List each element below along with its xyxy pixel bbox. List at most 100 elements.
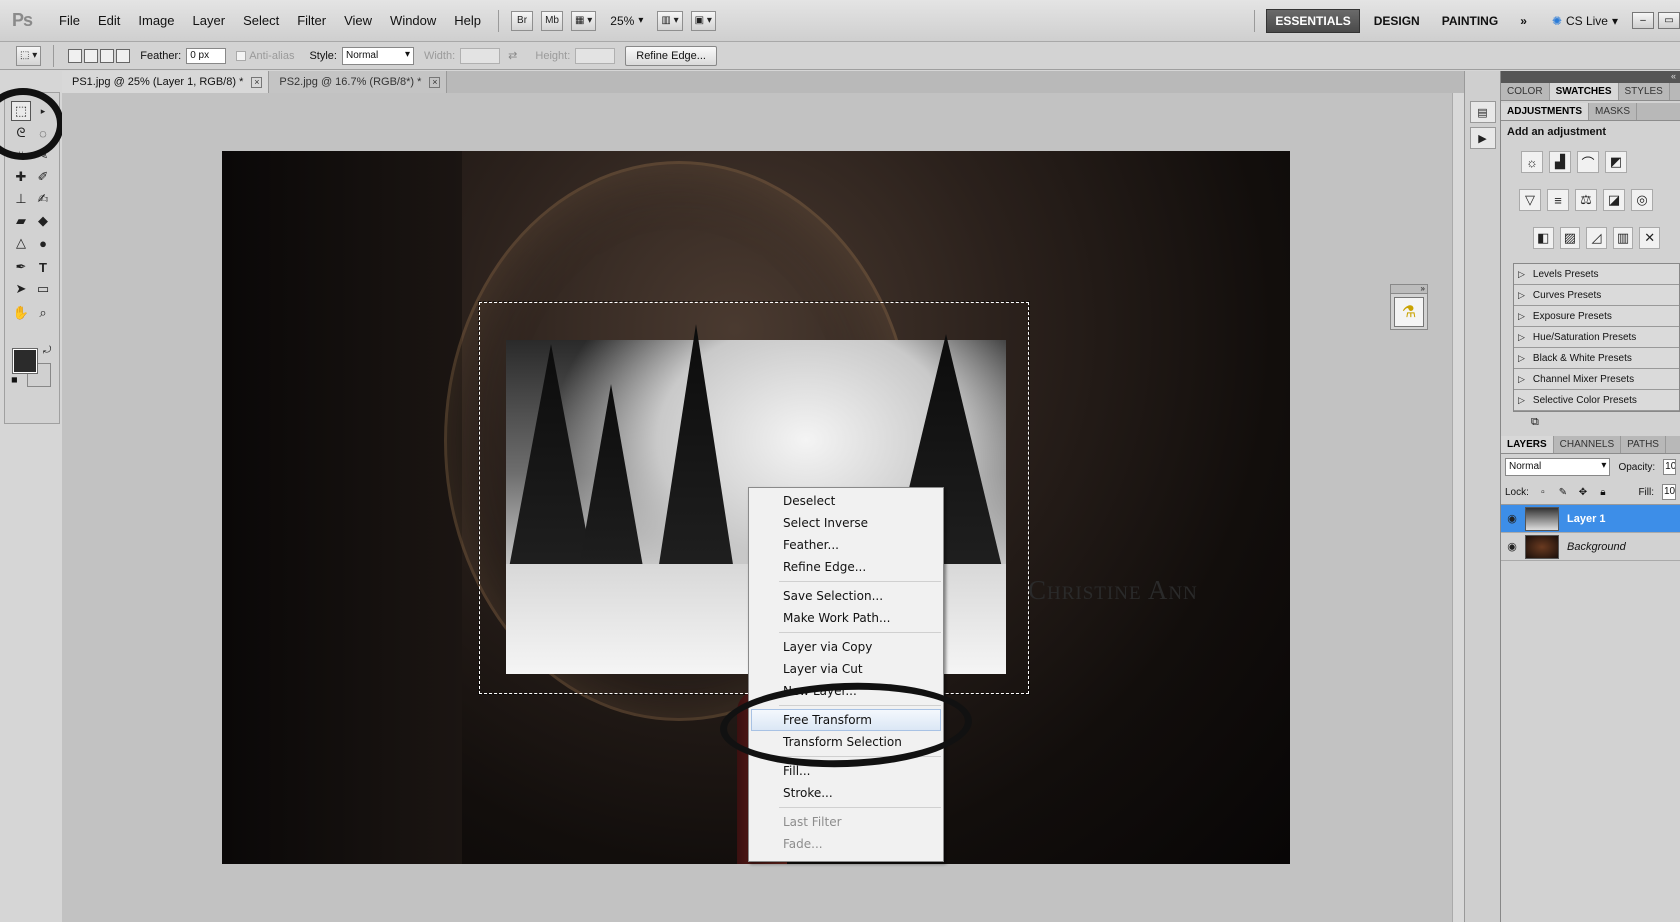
preset-curves[interactable]: ▷ Curves Presets — [1514, 285, 1679, 306]
default-colors-icon[interactable]: ◼ — [11, 375, 18, 384]
lock-all-icon[interactable]: 🔒︎ — [1597, 486, 1609, 498]
curves-icon[interactable]: ⌒ — [1577, 151, 1599, 173]
layer-row-layer1[interactable]: ◉ Layer 1 — [1501, 505, 1680, 533]
eye-icon[interactable]: ◉ — [1501, 512, 1523, 525]
hue-saturation-icon[interactable]: ≡ — [1547, 189, 1569, 211]
lock-pixels-icon[interactable]: ✎ — [1557, 486, 1569, 498]
workspace-essentials[interactable]: ESSENTIALS — [1266, 8, 1360, 33]
menu-window[interactable]: Window — [381, 13, 445, 28]
path-selection-tool[interactable]: ➤ — [11, 279, 31, 299]
tab-layers[interactable]: LAYERS — [1501, 436, 1554, 453]
subtract-selection-button[interactable] — [100, 48, 115, 63]
tab-paths[interactable]: PATHS — [1621, 436, 1666, 453]
preset-channel-mixer[interactable]: ▷ Channel Mixer Presets — [1514, 369, 1679, 390]
lock-transparent-icon[interactable]: ▫ — [1537, 486, 1549, 498]
minibridge-button[interactable]: Mb — [541, 10, 564, 31]
zoom-dropdown-icon[interactable]: ▾ — [638, 15, 643, 26]
menu-view[interactable]: View — [335, 13, 381, 28]
threshold-icon[interactable]: ◿ — [1586, 227, 1607, 249]
zoom-level[interactable]: 25% — [610, 14, 634, 28]
menu-select[interactable]: Select — [234, 13, 288, 28]
posterize-icon[interactable]: ▨ — [1559, 227, 1581, 249]
tab-channels[interactable]: CHANNELS — [1554, 436, 1622, 453]
hand-tool[interactable]: ✋ — [11, 303, 31, 323]
layer-row-background[interactable]: ◉ Background — [1501, 533, 1680, 561]
swap-colors-icon[interactable]: ⤾ — [43, 345, 51, 356]
invert-icon[interactable]: ◧ — [1533, 227, 1554, 249]
cs-live-button[interactable]: ✺ CS Live ▾ — [1552, 14, 1618, 28]
exposure-icon[interactable]: ◩ — [1605, 151, 1627, 173]
menu-image[interactable]: Image — [129, 13, 183, 28]
floating-panel[interactable]: » ⚗ — [1390, 284, 1428, 330]
menu-help[interactable]: Help — [445, 13, 490, 28]
tab-adjustments[interactable]: ADJUSTMENTS — [1501, 103, 1590, 120]
width-input[interactable] — [460, 47, 501, 64]
tab-styles[interactable]: STYLES — [1619, 83, 1670, 100]
tab-swatches[interactable]: SWATCHES — [1549, 83, 1619, 100]
gradient-map-icon[interactable]: ▥ — [1612, 227, 1634, 249]
close-icon[interactable]: × — [251, 76, 263, 88]
minimize-button[interactable]: – — [1632, 12, 1654, 29]
menu-item-refine-edge[interactable]: Refine Edge... — [749, 556, 943, 578]
menu-item-select-inverse[interactable]: Select Inverse — [749, 512, 943, 534]
healing-brush-tool[interactable]: ✚ — [11, 167, 31, 187]
pen-tool[interactable]: ✒ — [11, 257, 31, 277]
menu-item-deselect[interactable]: Deselect — [749, 490, 943, 512]
color-balance-icon[interactable]: ⚖ — [1575, 189, 1597, 211]
panel-header[interactable]: » — [1391, 285, 1427, 294]
screen-mode-button[interactable]: ▣ ▾ — [690, 10, 716, 31]
refine-edge-button[interactable]: Refine Edge... — [625, 45, 717, 66]
feather-input[interactable]: 0 px — [186, 47, 227, 64]
tab-color[interactable]: COLOR — [1501, 83, 1550, 100]
menu-filter[interactable]: Filter — [288, 13, 335, 28]
workspace-design[interactable]: DESIGN — [1366, 10, 1428, 32]
levels-icon[interactable]: ▟ — [1549, 151, 1571, 173]
black-white-icon[interactable]: ◪ — [1603, 189, 1625, 211]
blend-mode-select[interactable]: Normal — [1505, 458, 1611, 476]
preset-black-white[interactable]: ▷ Black & White Presets — [1514, 348, 1679, 369]
style-select[interactable]: Normal — [341, 46, 414, 65]
collapse-icon[interactable]: « — [1501, 71, 1680, 83]
preset-selective-color[interactable]: ▷ Selective Color Presets — [1514, 390, 1679, 411]
history-icon[interactable]: ▤ — [1469, 101, 1496, 123]
view-extras-button[interactable]: ▦ ▾ — [571, 10, 597, 31]
foreground-color-swatch[interactable] — [12, 348, 38, 374]
tab-ps2[interactable]: PS2.jpg @ 16.7% (RGB/8*) * × — [269, 71, 448, 93]
new-selection-button[interactable] — [68, 48, 83, 63]
preset-levels[interactable]: ▷ Levels Presets — [1514, 264, 1679, 285]
menu-layer[interactable]: Layer — [184, 13, 235, 28]
paint-bucket-tool[interactable]: ◆ — [33, 211, 53, 231]
actions-icon[interactable]: ▶ — [1469, 127, 1496, 149]
preset-hue-saturation[interactable]: ▷ Hue/Saturation Presets — [1514, 327, 1679, 348]
adjustment-flask-icon[interactable]: ⚗ — [1394, 297, 1424, 327]
eraser-tool[interactable]: ▰ — [11, 211, 31, 231]
brush-tool[interactable]: ✐ — [33, 167, 53, 187]
vertical-scrollbar[interactable] — [1452, 93, 1464, 922]
tab-ps1[interactable]: PS1.jpg @ 25% (Layer 1, RGB/8) * × — [62, 71, 270, 93]
menu-item-save-selection[interactable]: Save Selection... — [749, 585, 943, 607]
menu-item-stroke[interactable]: Stroke... — [749, 782, 943, 804]
tab-masks[interactable]: MASKS — [1589, 103, 1638, 120]
height-input[interactable] — [575, 47, 616, 64]
add-selection-button[interactable] — [84, 48, 99, 63]
menu-item-layer-via-copy[interactable]: Layer via Copy — [749, 636, 943, 658]
menu-item-make-work-path[interactable]: Make Work Path... — [749, 607, 943, 629]
opacity-input[interactable]: 10 — [1663, 459, 1676, 475]
vibrance-icon[interactable]: ▽ — [1519, 189, 1541, 211]
swap-icon[interactable]: ⇄ — [508, 49, 517, 62]
menu-file[interactable]: File — [50, 13, 89, 28]
clip-layer-icon[interactable]: ⧉ — [1531, 416, 1539, 429]
intersect-selection-button[interactable] — [116, 48, 131, 63]
tool-preset-picker[interactable]: ⬚ ▾ — [16, 45, 42, 66]
menu-item-layer-via-cut[interactable]: Layer via Cut — [749, 658, 943, 680]
close-icon[interactable]: × — [429, 76, 441, 88]
workspace-painting[interactable]: PAINTING — [1434, 10, 1506, 32]
arrange-documents-button[interactable]: ▥ ▾ — [657, 10, 683, 31]
eye-icon[interactable]: ◉ — [1501, 540, 1523, 553]
menu-item-feather[interactable]: Feather... — [749, 534, 943, 556]
antialias-checkbox[interactable] — [236, 50, 247, 61]
type-tool[interactable]: T — [33, 257, 53, 277]
menu-edit[interactable]: Edit — [89, 13, 129, 28]
brightness-contrast-icon[interactable]: ☼ — [1521, 151, 1543, 173]
selective-color-icon[interactable]: ✕ — [1639, 227, 1660, 249]
